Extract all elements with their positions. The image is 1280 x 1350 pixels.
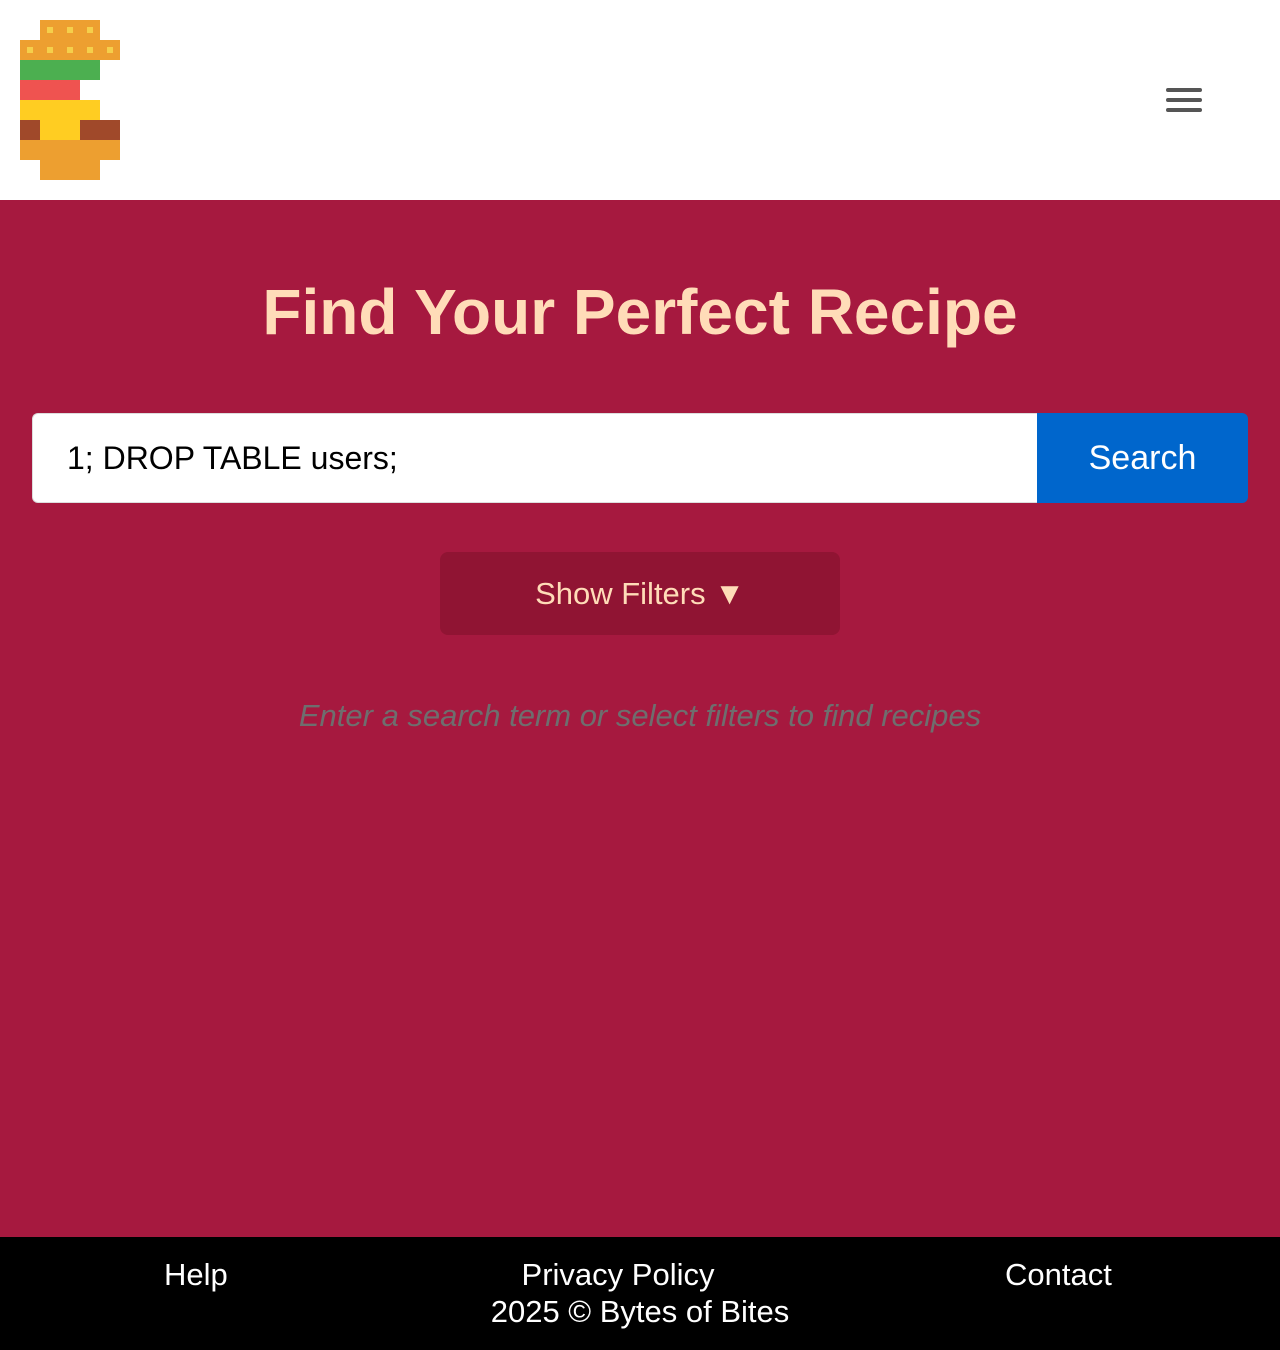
- show-filters-button[interactable]: Show Filters ▼: [440, 552, 840, 635]
- burger-logo[interactable]: [0, 0, 140, 200]
- copyright-text: 2025 © Bytes of Bites: [490, 1294, 790, 1329]
- empty-state-hint: Enter a search term or select filters to…: [298, 698, 982, 733]
- search-button[interactable]: Search: [1037, 413, 1248, 503]
- page-title: Find Your Perfect Recipe: [262, 276, 1018, 348]
- footer-link-contact[interactable]: Contact: [1005, 1257, 1112, 1293]
- hamburger-menu-icon: [1166, 88, 1202, 112]
- main-content: Find Your Perfect Recipe Search Show Fil…: [0, 200, 1280, 1237]
- search-input[interactable]: [32, 413, 1037, 503]
- menu-button[interactable]: [1156, 78, 1212, 122]
- site-footer: Help Privacy Policy Contact 2025 © Bytes…: [0, 1237, 1280, 1350]
- site-header: [0, 0, 1280, 200]
- burger-logo-icon: [20, 20, 120, 180]
